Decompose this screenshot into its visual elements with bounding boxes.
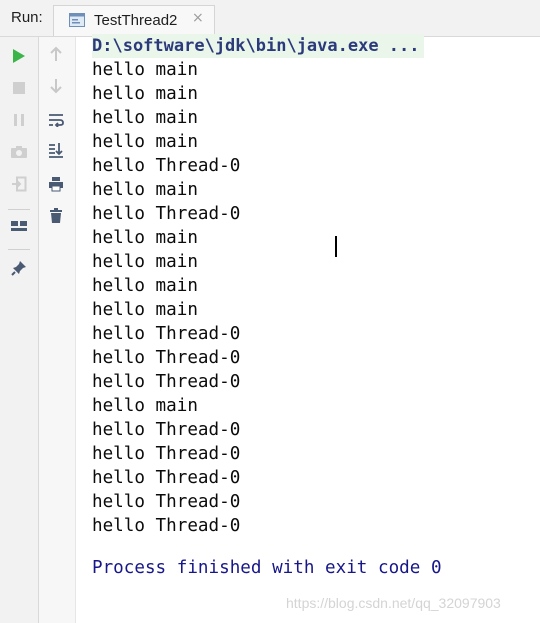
output-line: hello main [92, 396, 198, 416]
trash-icon[interactable] [45, 205, 67, 227]
tab-testthread2[interactable]: TestThread2 × [53, 5, 215, 36]
output-line: hello Thread-0 [92, 372, 241, 392]
down-arrow-icon[interactable] [45, 75, 67, 97]
run-toolbar [0, 37, 39, 623]
watermark: https://blog.csdn.net/qq_32097903 [286, 595, 501, 611]
toolbar-divider [8, 209, 30, 210]
output-line: hello Thread-0 [92, 420, 241, 440]
layout-icon[interactable] [8, 215, 30, 237]
close-icon[interactable]: × [192, 10, 204, 26]
output-line: hello Thread-0 [92, 516, 241, 536]
text-caret [335, 236, 337, 257]
scroll-to-end-icon[interactable] [45, 139, 67, 161]
run-label: Run: [11, 9, 43, 26]
output-line: hello main [92, 252, 198, 272]
up-arrow-icon[interactable] [45, 43, 67, 65]
output-line: hello main [92, 228, 198, 248]
output-line: hello Thread-0 [92, 156, 241, 176]
tab-title: TestThread2 [94, 12, 178, 29]
output-line: hello Thread-0 [92, 444, 241, 464]
run-header: Run: TestThread2 × [0, 0, 540, 37]
soft-wrap-icon[interactable] [45, 109, 67, 131]
output-line: hello Thread-0 [92, 468, 241, 488]
output-line: hello Thread-0 [92, 204, 241, 224]
print-icon[interactable] [45, 173, 67, 195]
pin-icon[interactable] [8, 257, 30, 279]
stop-icon[interactable] [8, 77, 30, 99]
output-line: hello Thread-0 [92, 324, 241, 344]
pause-icon[interactable] [8, 109, 30, 131]
output-line: hello main [92, 108, 198, 128]
output-line: hello Thread-0 [92, 348, 241, 368]
process-finished-message: Process finished with exit code 0 [92, 558, 442, 578]
output-line: hello Thread-0 [92, 492, 241, 512]
run-icon[interactable] [8, 45, 30, 67]
output-line: hello main [92, 132, 198, 152]
output-line: hello main [92, 276, 198, 296]
console-tab-icon [69, 12, 85, 27]
output-line: hello main [92, 300, 198, 320]
exit-icon[interactable] [8, 173, 30, 195]
output-line: hello main [92, 60, 198, 80]
camera-icon[interactable] [8, 141, 30, 163]
output-line: hello main [92, 180, 198, 200]
console-toolbar [39, 37, 76, 623]
output-line: hello main [92, 84, 198, 104]
command-line: D:\software\jdk\bin\java.exe ... [92, 34, 424, 58]
toolbar-divider [8, 249, 30, 250]
